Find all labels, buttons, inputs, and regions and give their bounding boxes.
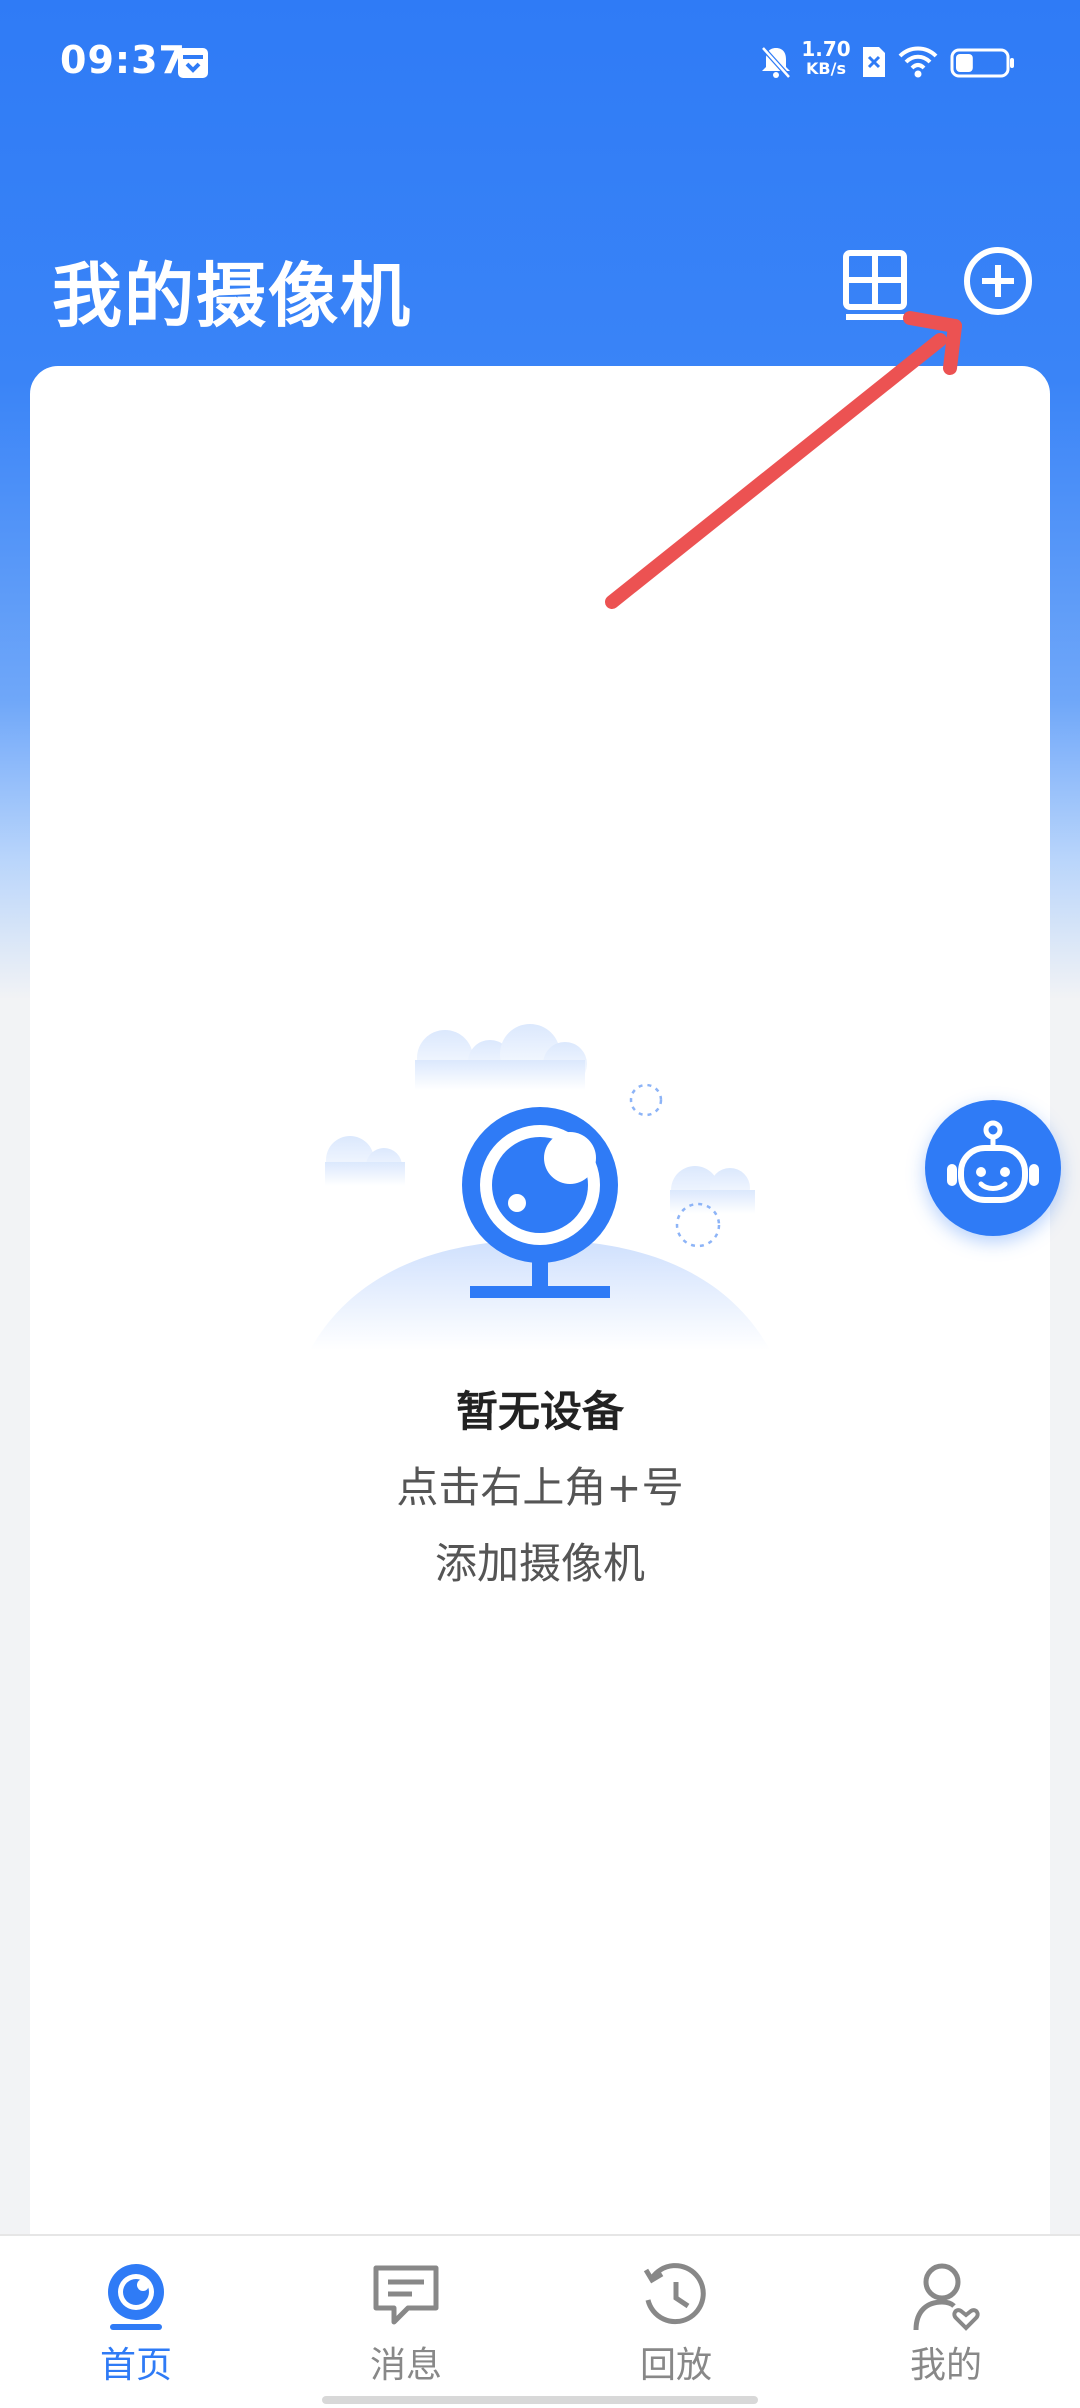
empty-camera-illustration bbox=[310, 1024, 770, 1350]
status-time: 09:37 bbox=[60, 38, 186, 82]
status-bar: 09:37 1.70 KB/s bbox=[0, 0, 1080, 130]
nav-label-home: 首页 bbox=[99, 2345, 172, 2386]
nav-item-home[interactable]: 首页 bbox=[36, 2262, 236, 2392]
robot-assistant-icon bbox=[947, 1120, 1039, 1203]
nav-label-profile: 我的 bbox=[909, 2345, 982, 2386]
history-icon bbox=[643, 2263, 706, 2325]
home-indicator[interactable] bbox=[322, 2396, 758, 2404]
page-title: 我的摄像机 bbox=[52, 255, 412, 337]
app-screen: 09:37 1.70 KB/s 我的摄像机 暂无设备 点击右上角+号 添加摄像机… bbox=[0, 0, 1080, 2408]
empty-state-hint: 点击右上角+号 bbox=[396, 1463, 684, 1512]
no-sim-icon bbox=[863, 47, 885, 77]
profile-icon bbox=[913, 2263, 980, 2331]
bottom-navigation: 首页 消息 回放 我的 bbox=[0, 2234, 1080, 2408]
cloud-right bbox=[670, 1166, 755, 1214]
network-speed-value: 1.70 bbox=[801, 37, 851, 61]
nav-item-profile[interactable]: 我的 bbox=[846, 2262, 1046, 2392]
grid-view-button[interactable] bbox=[838, 245, 918, 325]
battery-icon bbox=[950, 48, 1014, 78]
grid-view-icon bbox=[843, 250, 907, 320]
nav-item-playback[interactable]: 回放 bbox=[576, 2262, 776, 2392]
assistant-button[interactable] bbox=[925, 1100, 1061, 1236]
nav-label-messages: 消息 bbox=[369, 2345, 442, 2386]
message-icon bbox=[373, 2265, 439, 2325]
empty-state-title: 暂无设备 bbox=[455, 1387, 624, 1436]
calendar-icon bbox=[178, 48, 208, 78]
network-speed-unit: KB/s bbox=[806, 59, 846, 78]
empty-state-action: 添加摄像机 bbox=[434, 1539, 645, 1588]
wifi-icon bbox=[898, 46, 938, 78]
camera-home-icon bbox=[108, 2264, 164, 2330]
add-camera-button[interactable] bbox=[958, 245, 1038, 325]
mute-bell-icon bbox=[761, 46, 791, 79]
network-speed: 1.70 KB/s bbox=[800, 37, 852, 78]
cloud-left bbox=[325, 1136, 405, 1186]
add-circle-icon bbox=[964, 247, 1032, 315]
cloud-top bbox=[415, 1024, 587, 1090]
nav-label-playback: 回放 bbox=[639, 2345, 712, 2386]
nav-item-messages[interactable]: 消息 bbox=[306, 2262, 506, 2392]
